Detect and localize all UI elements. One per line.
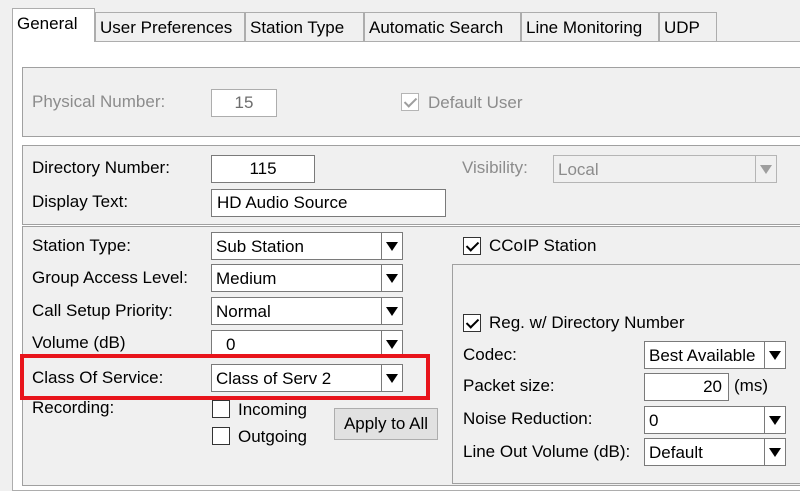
packet-size-field[interactable]: 20 — [644, 373, 729, 401]
class-of-service-select[interactable]: Class of Serv 2 — [211, 364, 403, 392]
line-out-volume-value: Default — [649, 443, 703, 462]
display-text-label: Display Text: — [32, 192, 129, 211]
visibility-label: Visibility: — [462, 158, 528, 177]
reg-directory-number-checkbox[interactable] — [463, 314, 481, 332]
ccoip-station-label[interactable]: CCoIP Station — [489, 236, 596, 256]
default-user-label: Default User — [428, 93, 523, 112]
directory-number-field[interactable]: 115 — [211, 155, 315, 183]
tab-station-type[interactable]: Station Type — [245, 12, 364, 42]
tab-user-preferences[interactable]: User Preferences — [95, 12, 245, 42]
tab-general[interactable]: General — [12, 8, 95, 42]
ccoip-station-checkbox[interactable] — [463, 237, 481, 255]
codec-label: Codec: — [463, 345, 517, 364]
chevron-down-icon[interactable] — [381, 331, 402, 357]
class-of-service-label: Class Of Service: — [32, 368, 164, 387]
outgoing-label[interactable]: Outgoing — [238, 427, 307, 447]
volume-value: 0 — [226, 335, 236, 354]
directory-number-label: Directory Number: — [32, 158, 170, 177]
default-user-checkbox — [401, 93, 419, 111]
chevron-down-icon[interactable] — [381, 233, 402, 259]
chevron-down-icon[interactable] — [381, 365, 402, 391]
reg-directory-number-label[interactable]: Reg. w/ Directory Number — [489, 313, 685, 333]
noise-reduction-value: 0 — [649, 411, 659, 430]
packet-size-label: Packet size: — [463, 376, 555, 395]
line-out-volume-select[interactable]: Default — [644, 438, 786, 466]
group-access-value: Medium — [216, 269, 277, 288]
incoming-label[interactable]: Incoming — [238, 400, 307, 420]
call-setup-priority-value: Normal — [216, 302, 271, 321]
chevron-down-icon[interactable] — [764, 439, 785, 465]
station-type-label: Station Type: — [32, 236, 131, 255]
station-type-value: Sub Station — [216, 237, 304, 256]
group-access-label: Group Access Level: — [32, 268, 188, 287]
chevron-down-icon[interactable] — [381, 298, 402, 324]
physical-number-label: Physical Number: — [32, 92, 166, 111]
display-text-field[interactable]: HD Audio Source — [211, 189, 446, 217]
noise-reduction-select[interactable]: 0 — [644, 406, 786, 434]
line-out-volume-label: Line Out Volume (dB): — [463, 442, 631, 461]
packet-size-unit: (ms) — [734, 376, 768, 395]
outgoing-checkbox[interactable] — [212, 427, 230, 445]
recording-label: Recording: — [32, 398, 115, 417]
chevron-down-icon — [755, 156, 776, 182]
tab-udp[interactable]: UDP — [659, 12, 717, 42]
chevron-down-icon[interactable] — [764, 342, 785, 368]
physical-number-field: 15 — [211, 89, 277, 117]
group-access-select[interactable]: Medium — [211, 264, 403, 292]
call-setup-priority-select[interactable]: Normal — [211, 297, 403, 325]
visibility-select: Local — [553, 155, 777, 183]
noise-reduction-label: Noise Reduction: — [463, 409, 593, 428]
volume-label: Volume (dB) — [32, 333, 126, 352]
codec-select[interactable]: Best Available — [644, 341, 786, 369]
codec-value: Best Available — [649, 346, 756, 365]
station-type-select[interactable]: Sub Station — [211, 232, 403, 260]
volume-select[interactable]: 0 — [211, 330, 403, 358]
tab-line-monitoring[interactable]: Line Monitoring — [521, 12, 659, 42]
tab-automatic-search[interactable]: Automatic Search — [364, 12, 521, 42]
class-of-service-value: Class of Serv 2 — [216, 369, 332, 388]
call-setup-priority-label: Call Setup Priority: — [32, 301, 173, 320]
incoming-checkbox[interactable] — [212, 400, 230, 418]
chevron-down-icon[interactable] — [764, 407, 785, 433]
apply-to-all-button[interactable]: Apply to All — [334, 408, 438, 440]
visibility-value: Local — [558, 160, 599, 179]
chevron-down-icon[interactable] — [381, 265, 402, 291]
